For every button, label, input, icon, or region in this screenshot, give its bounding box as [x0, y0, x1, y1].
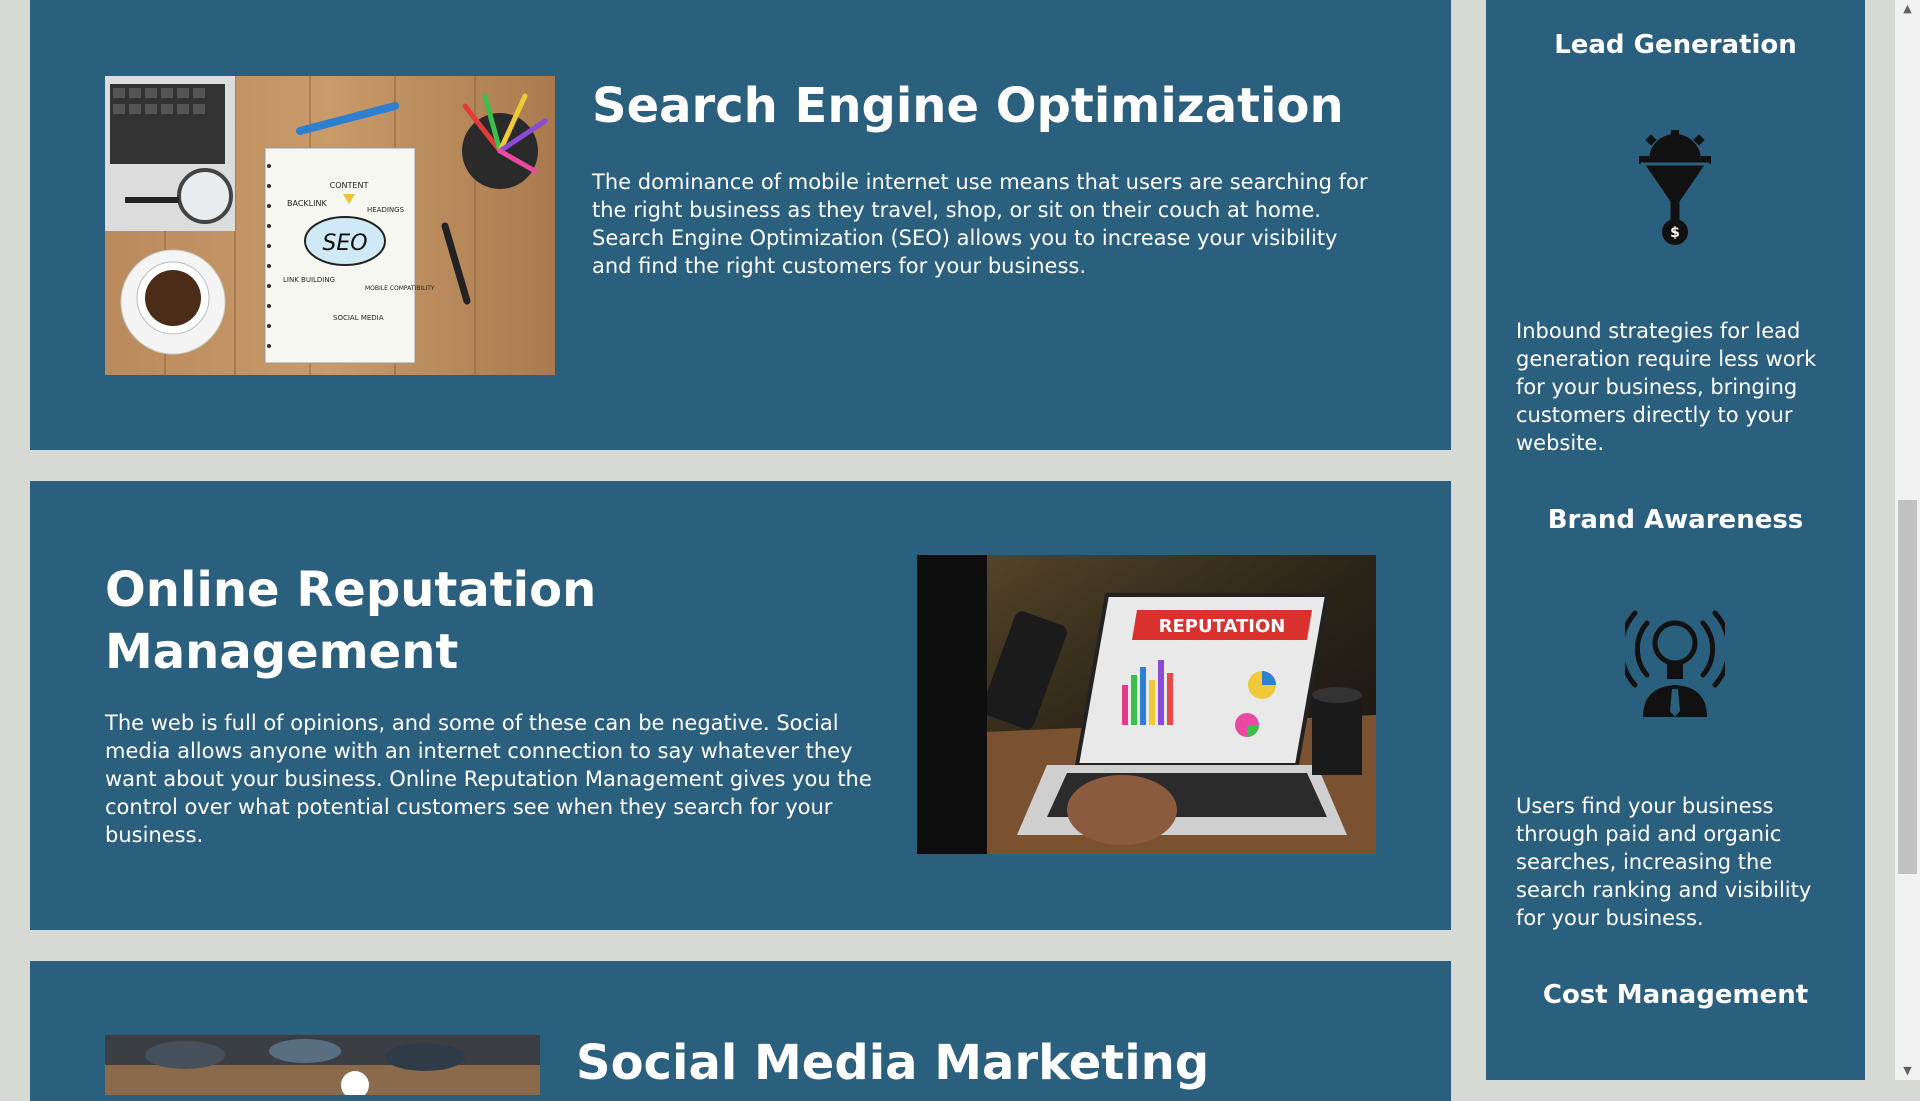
brand-awareness-heading: Brand Awareness: [1547, 505, 1804, 535]
orm-section: Online Reputation Management The web is …: [30, 481, 1451, 930]
smm-title: Social Media Marketing: [576, 1035, 1210, 1091]
orm-image: REPUTATION: [917, 555, 1376, 854]
orm-title: Online Reputation Management: [105, 559, 596, 683]
scrollbar-thumb[interactable]: [1898, 500, 1917, 874]
orm-title-line2: Management: [105, 624, 459, 680]
svg-text:REPUTATION: REPUTATION: [1159, 616, 1286, 637]
seo-title: Search Engine Optimization: [592, 78, 1344, 134]
svg-text:BACKLINK: BACKLINK: [287, 199, 327, 208]
brand-awareness-text: Users find your business through paid an…: [1516, 794, 1812, 930]
svg-text:SOCIAL MEDIA: SOCIAL MEDIA: [333, 314, 384, 322]
cost-management-heading: Cost Management: [1542, 980, 1809, 1010]
svg-text:SEO: SEO: [322, 231, 367, 256]
seo-section: SEO CONTENT BACKLINK HEADINGS LINK BUILD…: [30, 0, 1451, 450]
svg-text:HEADINGS: HEADINGS: [367, 206, 405, 214]
scroll-down-arrow-icon[interactable]: ▼: [1895, 1062, 1920, 1080]
lead-generation-heading: Lead Generation: [1554, 30, 1797, 60]
seo-description: The dominance of mobile internet use mea…: [592, 170, 1368, 278]
smm-section: Social Media Marketing: [30, 961, 1451, 1101]
lead-generation-text: Inbound strategies for lead generation r…: [1516, 319, 1817, 455]
svg-text:LINK BUILDING: LINK BUILDING: [283, 276, 335, 284]
smm-image: [105, 1035, 540, 1095]
seo-image: SEO CONTENT BACKLINK HEADINGS LINK BUILD…: [105, 76, 555, 375]
benefits-sidebar: Lead Generation $ Inbound strategies for…: [1486, 0, 1865, 1080]
orm-description: The web is full of opinions, and some of…: [105, 711, 872, 847]
lead-funnel-icon: $: [1625, 130, 1725, 254]
page-scrollbar[interactable]: ▲ ▼: [1895, 0, 1920, 1080]
svg-text:$: $: [1670, 225, 1680, 241]
svg-text:CONTENT: CONTENT: [330, 181, 369, 190]
brand-awareness-icon: [1618, 605, 1732, 729]
scroll-up-arrow-icon[interactable]: ▲: [1895, 0, 1920, 18]
svg-text:MOBILE COMPATIBILITY: MOBILE COMPATIBILITY: [365, 285, 435, 292]
orm-title-line1: Online Reputation: [105, 562, 597, 618]
